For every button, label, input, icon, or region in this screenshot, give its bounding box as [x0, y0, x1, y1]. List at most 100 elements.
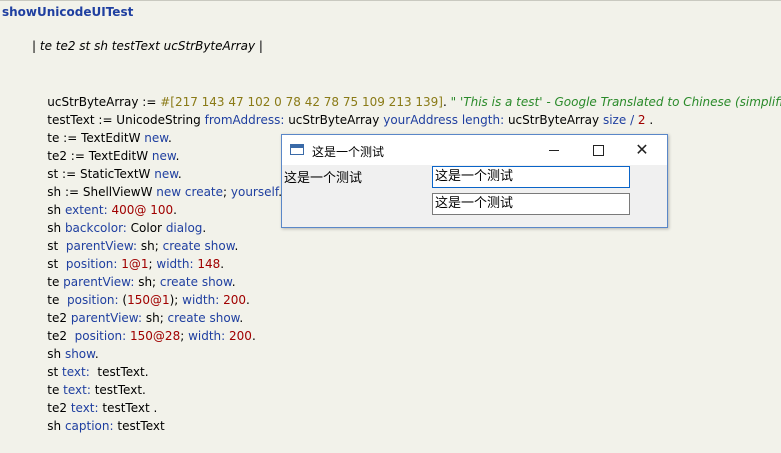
code-keyword: position:: [74, 329, 127, 343]
code-keyword: width:: [182, 293, 220, 307]
code-keyword: size: [602, 113, 627, 127]
code-text: sh: [47, 419, 65, 433]
code-keyword: backcolor:: [64, 221, 127, 235]
static-text-label: 这是一个测试: [284, 171, 363, 186]
code-keyword: text:: [62, 365, 90, 379]
code-keyword: create: [162, 239, 201, 253]
code-text: st := StaticTextW: [47, 167, 155, 181]
code-text: ucStrByteArray: [504, 113, 603, 127]
maximize-icon: [592, 144, 604, 156]
code-keyword: text:: [63, 383, 91, 397]
code-body[interactable]: ucStrByteArray := #[217 143 47 102 0 78 …: [32, 75, 781, 433]
code-keyword: show: [209, 311, 240, 325]
window-client-area: 这是一个测试 这是一个测试 这是一个测试: [282, 165, 667, 227]
code-keyword: yourself: [230, 185, 279, 199]
code-text: sh: [47, 221, 65, 235]
text-edit-field-2[interactable]: 这是一个测试: [432, 193, 630, 215]
code-text: ucStrByteArray :=: [47, 95, 161, 109]
code-number: 400@ 100: [111, 203, 174, 217]
temporaries-declaration: | te te2 st sh testText ucStrByteArray |: [32, 39, 263, 53]
minimize-button[interactable]: [532, 135, 576, 165]
code-text: .: [177, 167, 182, 181]
code-keyword: parentView:: [65, 239, 138, 253]
code-number: 2: [637, 113, 646, 127]
code-text: .: [239, 311, 244, 325]
code-keyword: width:: [156, 257, 194, 271]
code-line: st text: testText.: [32, 345, 781, 379]
code-text: testText.: [89, 365, 149, 379]
code-text: ;: [180, 329, 189, 343]
code-text: st: [47, 365, 63, 379]
close-button[interactable]: ✕: [620, 135, 664, 165]
window-title: 这是一个测试: [312, 145, 385, 159]
code-keyword: new: [156, 185, 182, 199]
top-divider: [0, 0, 781, 1]
close-icon: ✕: [635, 140, 649, 159]
method-title[interactable]: showUnicodeUITest: [2, 5, 133, 19]
code-text: sh;: [134, 275, 160, 289]
minimize-icon: [549, 149, 559, 151]
code-text: .: [246, 293, 250, 307]
code-number: 148: [197, 257, 221, 271]
code-keyword: width:: [188, 329, 226, 343]
code-keyword: show: [201, 275, 232, 289]
code-number: 200: [229, 329, 252, 343]
window-titlebar[interactable]: 这是一个测试 ✕: [282, 135, 667, 165]
code-text: .: [645, 113, 654, 127]
code-number: 200: [223, 293, 247, 307]
code-number: 150@28: [130, 329, 181, 343]
code-number: 1@1: [121, 257, 149, 271]
code-text: .: [234, 239, 239, 253]
code-text: testText: [113, 419, 165, 433]
text-edit-field[interactable]: 这是一个测试: [432, 166, 630, 188]
code-text: .: [251, 329, 256, 343]
code-keyword: text:: [70, 401, 99, 415]
code-number: 150@1: [127, 293, 170, 307]
code-text: .: [220, 257, 225, 271]
code-text: te: [47, 383, 64, 397]
byte-array-literal: #[217 143 47 102 0 78 42 78 75 109 213 1…: [160, 95, 443, 109]
shell-window[interactable]: 这是一个测试 ✕ 这是一个测试 这是一个测试 这是一个测试: [281, 134, 668, 228]
code-text: te: [47, 275, 64, 289]
code-keyword: new: [154, 167, 178, 181]
code-keyword: dialog: [165, 221, 203, 235]
code-text: Color: [126, 221, 166, 235]
code-text: .: [94, 347, 99, 361]
code-text: .: [175, 149, 180, 163]
code-keyword: yourAddress: [383, 113, 458, 127]
code-text: sh;: [142, 311, 168, 325]
code-text: te2 := TextEditW: [47, 149, 152, 163]
code-text: te2: [47, 329, 75, 343]
code-keyword: extent:: [64, 203, 108, 217]
code-keyword: show: [204, 239, 235, 253]
code-keyword: caption:: [64, 419, 114, 433]
code-text: te2: [47, 311, 71, 325]
code-keyword: position:: [66, 293, 119, 307]
code-text: sh := ShellViewW: [47, 185, 157, 199]
maximize-button[interactable]: [576, 135, 620, 165]
code-text: sh: [47, 347, 65, 361]
code-text: .: [167, 131, 172, 145]
code-keyword: show: [64, 347, 95, 361]
code-keyword: create: [167, 311, 206, 325]
code-keyword: length:: [461, 113, 505, 127]
code-text: te2: [47, 401, 71, 415]
code-line: ucStrByteArray := #[217 143 47 102 0 78 …: [32, 75, 781, 109]
code-text: st: [47, 239, 66, 253]
code-text: testText := UnicodeString: [47, 113, 205, 127]
code-keyword: fromAddress:: [204, 113, 285, 127]
code-text: .: [443, 95, 451, 109]
window-icon[interactable]: [290, 144, 304, 155]
code-text: );: [169, 293, 183, 307]
code-text: .: [173, 203, 177, 217]
code-text: sh: [47, 203, 65, 217]
code-text: .: [231, 275, 236, 289]
code-keyword: /: [626, 113, 638, 127]
code-text: testText .: [98, 401, 158, 415]
code-text: te := TextEditW: [47, 131, 145, 145]
code-keyword: position:: [65, 257, 118, 271]
code-text: testText.: [90, 383, 146, 397]
code-text: ;: [223, 185, 231, 199]
code-text: (: [118, 293, 128, 307]
code-keyword: new: [151, 149, 176, 163]
